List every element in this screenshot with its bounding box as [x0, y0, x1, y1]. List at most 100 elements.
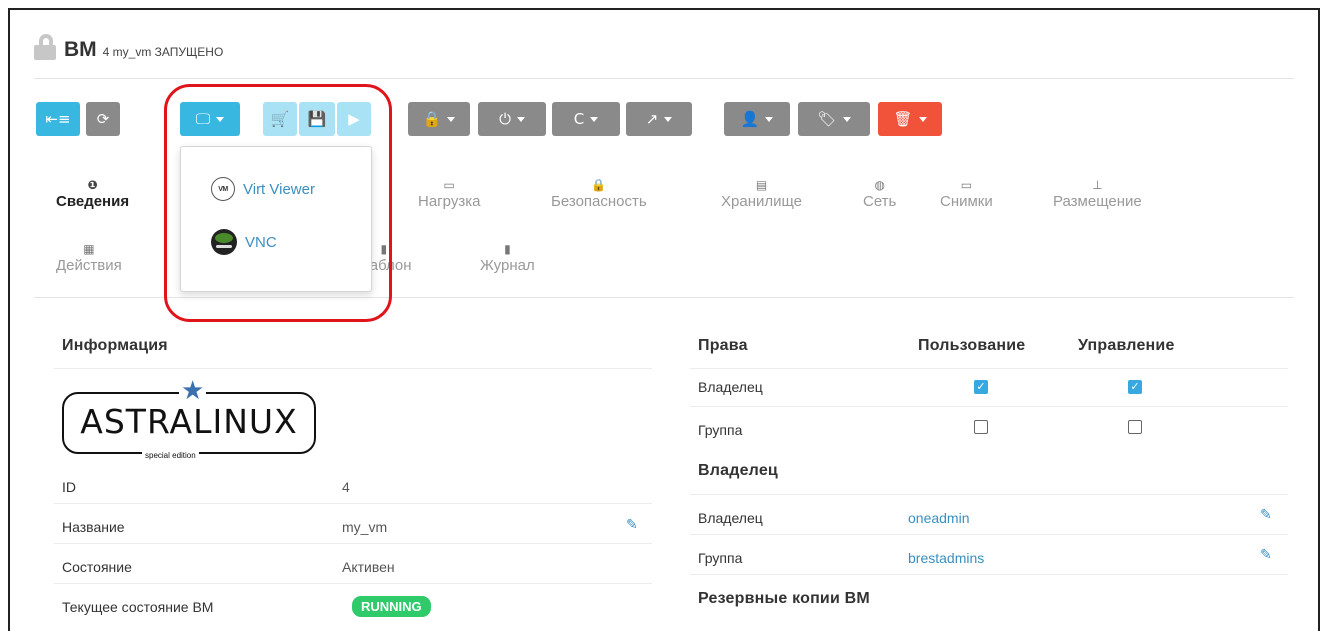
group-use-checkbox[interactable]	[974, 420, 988, 434]
divider	[54, 368, 652, 369]
state-label: Состояние	[62, 559, 132, 575]
reboot-dropdown-button[interactable]: C	[552, 102, 620, 136]
caret-down-icon	[664, 116, 673, 122]
edit-icon[interactable]: ✎	[1260, 507, 1275, 521]
info-icon: ❶	[87, 178, 98, 192]
tab-snapshots[interactable]: ▭ Снимки	[940, 178, 993, 210]
vm-panel: ВМ 4 my_vm ЗАПУЩЕНО ⇤≡ ⟳ 🖵 🛒 💾 ▶ 🔒 ⏻ C ↗…	[8, 8, 1320, 631]
status-badge: RUNNING	[352, 596, 431, 617]
user-dropdown-button[interactable]: 👤	[724, 102, 790, 136]
laptop-icon: ▭	[960, 178, 973, 192]
permissions-col-manage: Управление	[1078, 337, 1175, 354]
divider	[54, 583, 652, 584]
permissions-col-use: Пользование	[918, 337, 1026, 354]
console-dropdown-button[interactable]: 🖵	[180, 102, 240, 136]
vm-subtitle: 4 my_vm ЗАПУЩЕНО	[102, 45, 224, 59]
edit-icon[interactable]: ✎	[1260, 547, 1275, 561]
permissions-title: Права	[698, 337, 748, 354]
divider	[690, 368, 1288, 369]
tab-actions[interactable]: ▦ Действия	[56, 242, 122, 274]
owner-manage-checkbox[interactable]: ✓	[1128, 380, 1142, 394]
refresh-icon: ⟳	[96, 110, 110, 128]
tab-placement[interactable]: ⊥ Размещение	[1053, 178, 1142, 210]
caret-down-icon	[216, 116, 225, 122]
ownership-title: Владелец	[698, 462, 778, 479]
list-back-icon: ⇤≡	[45, 110, 71, 128]
caret-down-icon	[918, 116, 927, 122]
back-to-list-button[interactable]: ⇤≡	[36, 102, 80, 136]
perm-owner-label: Владелец	[698, 379, 763, 395]
calendar-icon: ▦	[83, 242, 95, 256]
divider	[34, 78, 1294, 79]
page-header: ВМ 4 my_vm ЗАПУЩЕНО	[34, 30, 223, 62]
divider	[54, 503, 652, 504]
share-dropdown-button[interactable]: ↗	[626, 102, 692, 136]
unlock-icon	[34, 34, 58, 60]
tab-network[interactable]: ◍ Сеть	[863, 178, 896, 210]
caret-down-icon	[590, 116, 599, 122]
lock-icon: 🔒	[591, 178, 607, 192]
menu-item-label: VNC	[245, 233, 277, 251]
trash-icon: 🗑	[893, 110, 913, 128]
menu-item-virt-viewer[interactable]: VM Virt Viewer	[211, 177, 315, 201]
console-dropdown-menu: VM Virt Viewer VNC	[180, 146, 372, 292]
owner-use-checkbox[interactable]: ✓	[974, 380, 988, 394]
user-icon: 👤	[740, 110, 760, 128]
lock-dropdown-button[interactable]: 🔒	[408, 102, 470, 136]
file-icon: ▮	[504, 242, 511, 256]
play-icon: ▶	[348, 110, 360, 128]
group-label: Группа	[698, 550, 743, 566]
owner-link[interactable]: oneadmin	[908, 510, 970, 526]
tag-icon: 🏷	[817, 110, 837, 128]
caret-down-icon	[765, 116, 774, 122]
cart-button[interactable]: 🛒	[263, 102, 297, 136]
menu-item-label: Virt Viewer	[243, 180, 315, 198]
vnc-icon	[211, 229, 237, 255]
owner-label: Владелец	[698, 510, 763, 526]
save-button[interactable]: 💾	[299, 102, 335, 136]
sitemap-icon: ⊥	[1092, 178, 1103, 192]
lock-icon: 🔒	[422, 110, 442, 128]
divider	[690, 494, 1288, 495]
divider	[34, 297, 1294, 298]
virt-viewer-icon: VM	[211, 177, 235, 201]
share-icon: ↗	[645, 110, 659, 128]
group-link[interactable]: brestadmins	[908, 550, 984, 566]
divider	[690, 534, 1288, 535]
name-label: Название	[62, 519, 125, 535]
tab-info[interactable]: ❶ Сведения	[56, 178, 129, 210]
page-title: ВМ	[64, 38, 97, 61]
id-label: ID	[62, 479, 76, 495]
info-section-title: Информация	[62, 337, 168, 354]
perm-group-label: Группа	[698, 422, 743, 438]
storage-icon: ▤	[755, 178, 768, 192]
state-value: Активен	[342, 559, 395, 575]
caret-down-icon	[447, 116, 456, 122]
reboot-icon: C	[573, 110, 585, 128]
power-dropdown-button[interactable]: ⏻	[478, 102, 546, 136]
refresh-button[interactable]: ⟳	[86, 102, 120, 136]
tag-dropdown-button[interactable]: 🏷	[798, 102, 870, 136]
tab-storage[interactable]: ▤ Хранилище	[721, 178, 802, 210]
menu-item-vnc[interactable]: VNC	[211, 229, 277, 255]
tab-log[interactable]: ▮ Журнал	[480, 242, 535, 274]
name-value: my_vm	[342, 519, 388, 535]
globe-icon: ◍	[874, 178, 885, 192]
divider	[690, 574, 1288, 575]
id-value: 4	[342, 479, 350, 495]
caret-down-icon	[516, 116, 525, 122]
cart-icon: 🛒	[270, 110, 290, 128]
tab-security[interactable]: 🔒 Безопасность	[551, 178, 647, 210]
play-button[interactable]: ▶	[337, 102, 371, 136]
edit-icon[interactable]: ✎	[626, 517, 641, 531]
group-manage-checkbox[interactable]	[1128, 420, 1142, 434]
divider	[690, 406, 1288, 407]
star-icon: ★	[179, 375, 207, 405]
divider	[54, 543, 652, 544]
delete-dropdown-button[interactable]: 🗑	[878, 102, 942, 136]
monitor-icon: 🖵	[195, 110, 211, 128]
caret-down-icon	[842, 116, 851, 122]
astralinux-logo: ★ ASTRALINUX special edition	[62, 377, 316, 460]
tab-load[interactable]: ▭ Нагрузка	[418, 178, 480, 210]
power-icon: ⏻	[499, 110, 511, 128]
